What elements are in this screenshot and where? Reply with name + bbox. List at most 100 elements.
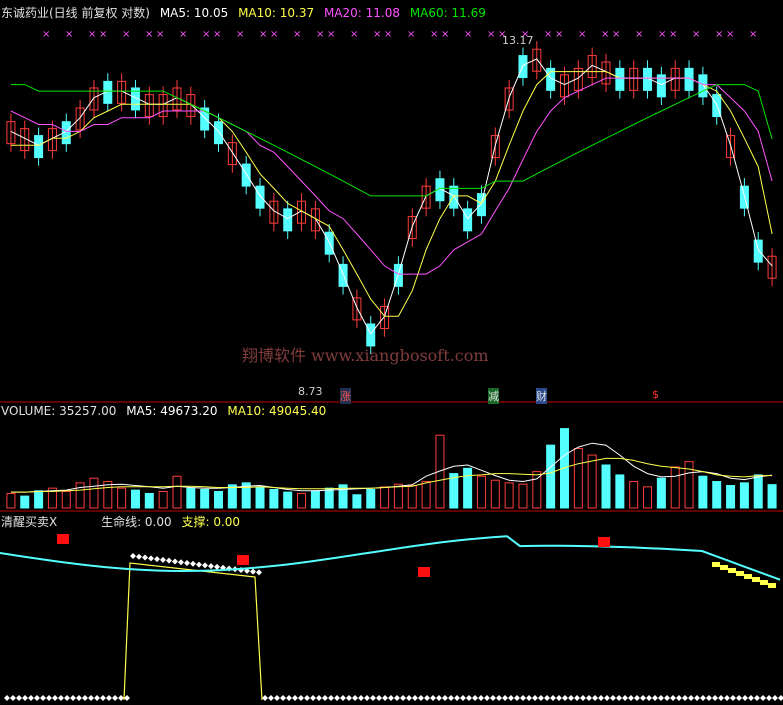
baseline-diamond (694, 695, 700, 701)
signal-block (57, 534, 69, 544)
baseline-diamond (628, 695, 634, 701)
ma60-value: MA60: 11.69 (409, 6, 486, 20)
stock-title: 东诚药业(日线 前复权 对数) (1, 6, 150, 20)
volume-bar (504, 482, 514, 509)
volume-bar (172, 475, 182, 509)
volume-ma10-value: MA10: 49045.40 (227, 404, 327, 418)
volume-bar (117, 487, 127, 509)
baseline-diamond (502, 695, 508, 701)
volume-bar (463, 467, 473, 509)
candle-body (615, 67, 625, 91)
volume-bar (753, 474, 763, 509)
support-block (728, 568, 736, 573)
baseline-diamond (310, 695, 316, 701)
baseline-diamond (370, 695, 376, 701)
volume-bar (476, 475, 486, 509)
volume-bar (698, 475, 708, 509)
signal-diamond (208, 563, 214, 570)
volume-bar (767, 484, 777, 509)
signal-mark: × (544, 29, 552, 40)
baseline-diamond (424, 695, 430, 701)
baseline-diamond (592, 695, 598, 701)
ma-line-ma60 (10, 84, 773, 197)
price-panel-header: 东诚药业(日线 前复权 对数) MA5: 10.05 MA10: 10.37 M… (1, 4, 492, 21)
baseline-diamond (580, 695, 586, 701)
volume-bar (739, 482, 749, 509)
signal-mark: × (384, 29, 392, 40)
event-tag-jian[interactable]: 减 (488, 388, 499, 404)
baseline-diamond (406, 695, 412, 701)
baseline-diamond (610, 695, 616, 701)
baseline-diamond (550, 695, 556, 701)
volume-bar (352, 494, 362, 509)
candle-body (241, 163, 251, 187)
baseline-diamond (88, 695, 94, 701)
baseline-diamond (262, 695, 268, 701)
volume-bar (324, 487, 334, 509)
volume-bar (587, 454, 597, 509)
volume-bar (283, 491, 293, 509)
baseline-diamond (358, 695, 364, 701)
baseline-diamond (448, 695, 454, 701)
support-value: 支撑: 0.00 (181, 515, 241, 529)
baseline-diamond (604, 695, 610, 701)
volume-bar (144, 492, 154, 509)
signal-mark: × (749, 29, 757, 40)
support-block (736, 571, 744, 576)
volume-bar (656, 477, 666, 509)
signal-mark: × (327, 29, 335, 40)
signal-diamond (214, 563, 220, 570)
signal-diamond (142, 554, 148, 561)
signal-mark: × (145, 29, 153, 40)
volume-bar (518, 483, 528, 509)
volume-bar (130, 489, 140, 509)
volume-ma5-value: MA5: 49673.20 (126, 404, 218, 418)
high-price-label: 13.17 (502, 34, 534, 47)
baseline-diamond (538, 695, 544, 701)
signal-diamond (148, 555, 154, 562)
volume-bar (158, 490, 168, 509)
baseline-diamond (544, 695, 550, 701)
baseline-diamond (316, 695, 322, 701)
signal-mark: × (156, 29, 164, 40)
baseline-diamond (646, 695, 652, 701)
baseline-diamond (568, 695, 574, 701)
volume-bar (490, 479, 500, 509)
baseline-diamond (634, 695, 640, 701)
baseline-diamond (490, 695, 496, 701)
signal-mark: × (179, 29, 187, 40)
signal-diamond (202, 562, 208, 569)
baseline-diamond (292, 695, 298, 701)
baseline-diamond (526, 695, 532, 701)
signal-mark: × (350, 29, 358, 40)
baseline-diamond (352, 695, 358, 701)
signal-diamond (250, 568, 256, 575)
volume-bar (297, 492, 307, 509)
baseline-diamond (520, 695, 526, 701)
baseline-diamond (322, 695, 328, 701)
baseline-diamond (4, 695, 10, 701)
baseline-diamond (274, 695, 280, 701)
baseline-diamond (688, 695, 694, 701)
signal-mark: × (601, 29, 609, 40)
event-tag-cai[interactable]: 财 (536, 388, 547, 404)
volume-panel-header: VOLUME: 35257.00 MA5: 49673.20 MA10: 490… (1, 404, 332, 418)
baseline-diamond (22, 695, 28, 701)
baseline-diamond (58, 695, 64, 701)
baseline-diamond (442, 695, 448, 701)
support-block (720, 565, 728, 570)
volume-bar (214, 490, 224, 509)
signal-diamond (184, 560, 190, 567)
volume-bar (393, 483, 403, 509)
signal-mark: × (726, 29, 734, 40)
baseline-diamond (712, 695, 718, 701)
event-tag-s[interactable]: $ (652, 388, 659, 401)
volume-bar (407, 485, 417, 509)
baseline-diamond (754, 695, 760, 701)
signal-mark: × (441, 29, 449, 40)
baseline-diamond (430, 695, 436, 701)
event-tag-zhang[interactable]: 涨 (340, 388, 351, 404)
signal-diamond (154, 556, 160, 563)
baseline-diamond (286, 695, 292, 701)
life-line (0, 535, 781, 581)
